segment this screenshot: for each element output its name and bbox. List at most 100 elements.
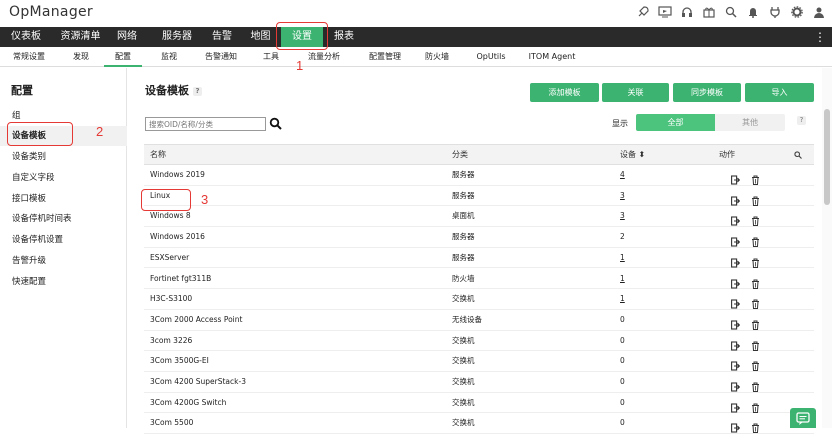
subnav-general[interactable]: 常规设置 bbox=[6, 47, 52, 67]
template-name[interactable]: Fortinet fgt311B bbox=[150, 269, 211, 289]
subnav-config-management[interactable]: 配置管理 bbox=[362, 47, 408, 67]
table-row[interactable]: Linux 服务器 3 bbox=[144, 186, 814, 207]
trash-icon[interactable] bbox=[751, 191, 760, 206]
device-count[interactable]: 1 bbox=[620, 248, 625, 268]
export-icon[interactable] bbox=[731, 191, 741, 206]
trash-icon[interactable] bbox=[751, 377, 760, 392]
table-row[interactable]: Windows 2019 服务器 4 bbox=[144, 165, 814, 186]
subnav-oputils[interactable]: OpUtils bbox=[471, 47, 511, 67]
import-button[interactable]: 导入 bbox=[745, 83, 814, 102]
device-count[interactable]: 3 bbox=[620, 186, 625, 206]
nav-dashboard[interactable]: 仪表板 bbox=[0, 27, 52, 47]
template-name[interactable]: 3com 3226 bbox=[150, 331, 192, 351]
trash-icon[interactable] bbox=[751, 253, 760, 268]
trash-icon[interactable] bbox=[751, 418, 760, 434]
bell-icon[interactable] bbox=[745, 4, 760, 20]
table-row[interactable]: Fortinet fgt311B 防火墙 1 bbox=[144, 269, 814, 290]
column-devices[interactable]: 设备 ⬍ bbox=[620, 145, 645, 165]
template-name[interactable]: Windows 2019 bbox=[150, 165, 205, 185]
filter-help-icon[interactable]: ? bbox=[797, 116, 806, 125]
table-row[interactable]: Windows 2016 服务器 2 bbox=[144, 227, 814, 248]
subnav-flow-analysis[interactable]: 流量分析 bbox=[302, 47, 346, 67]
template-name[interactable]: 3Com 4200 SuperStack-3 bbox=[150, 372, 246, 392]
user-icon[interactable] bbox=[811, 4, 826, 20]
sidebar-item-interface-templates[interactable]: 接口模板 bbox=[0, 189, 127, 209]
subnav-configuration[interactable]: 配置 bbox=[104, 47, 142, 67]
scrollbar-thumb[interactable] bbox=[824, 109, 830, 205]
nav-maps[interactable]: 地图 bbox=[244, 27, 277, 47]
search-icon[interactable] bbox=[269, 116, 283, 130]
sidebar-item-quick-config[interactable]: 快速配置 bbox=[0, 272, 127, 292]
device-count[interactable]: 4 bbox=[620, 165, 625, 185]
trash-icon[interactable] bbox=[751, 315, 760, 330]
scrollbar[interactable] bbox=[822, 68, 832, 428]
trash-icon[interactable] bbox=[751, 211, 760, 227]
nav-servers[interactable]: 服务器 bbox=[152, 27, 202, 47]
table-row[interactable]: Windows 8 桌面机 3 bbox=[144, 206, 814, 228]
table-row[interactable]: 3Com 4200 SuperStack-3 交换机 0 bbox=[144, 372, 814, 393]
nav-alarms[interactable]: 告警 bbox=[203, 27, 241, 47]
filter-other-toggle[interactable]: 其他 bbox=[715, 114, 785, 131]
trash-icon[interactable] bbox=[751, 232, 760, 248]
rocket-icon[interactable] bbox=[635, 4, 650, 20]
template-name[interactable]: 3Com 5500 bbox=[150, 413, 193, 433]
table-row[interactable]: H3C-S3100 交换机 1 bbox=[144, 289, 814, 310]
table-row[interactable]: 3Com 3500G-EI 交换机 0 bbox=[144, 351, 814, 372]
template-name[interactable]: 3Com 3500G-EI bbox=[150, 351, 209, 371]
sidebar-item-alarm-escalation[interactable]: 告警升级 bbox=[0, 251, 127, 271]
chat-button[interactable] bbox=[790, 408, 816, 428]
sync-template-button[interactable]: 同步模板 bbox=[673, 83, 741, 102]
trash-icon[interactable] bbox=[751, 170, 760, 185]
gear-icon[interactable] bbox=[789, 4, 804, 20]
template-name[interactable]: 3Com 4200G Switch bbox=[150, 393, 226, 413]
subnav-itom-agent[interactable]: ITOM Agent bbox=[524, 47, 580, 67]
trash-icon[interactable] bbox=[751, 356, 760, 372]
search-icon[interactable] bbox=[723, 4, 738, 20]
template-name[interactable]: 3Com 2000 Access Point bbox=[150, 310, 242, 330]
export-icon[interactable] bbox=[731, 356, 741, 371]
trash-icon[interactable] bbox=[751, 336, 760, 351]
subnav-discovery[interactable]: 发现 bbox=[66, 47, 96, 67]
sidebar-item-custom-fields[interactable]: 自定义字段 bbox=[0, 168, 127, 188]
sidebar-item-downtime-schedules[interactable]: 设备停机时间表 bbox=[0, 209, 127, 229]
table-row[interactable]: 3Com 4200G Switch 交换机 0 bbox=[144, 393, 814, 414]
table-row[interactable]: 3Com 5500 交换机 0 bbox=[144, 413, 814, 435]
template-name[interactable]: ESXServer bbox=[150, 248, 189, 268]
headset-icon[interactable] bbox=[679, 4, 694, 20]
device-count[interactable]: 1 bbox=[620, 289, 625, 309]
template-name[interactable]: Windows 2016 bbox=[150, 227, 205, 247]
export-icon[interactable] bbox=[731, 232, 741, 247]
export-icon[interactable] bbox=[731, 253, 741, 268]
subnav-monitoring[interactable]: 监视 bbox=[154, 47, 184, 67]
trash-icon[interactable] bbox=[751, 294, 760, 310]
subnav-firewall[interactable]: 防火墙 bbox=[420, 47, 454, 67]
export-icon[interactable] bbox=[731, 418, 741, 433]
nav-inventory[interactable]: 资源清单 bbox=[53, 27, 108, 47]
column-category[interactable]: 分类 bbox=[452, 145, 468, 165]
table-row[interactable]: 3Com 2000 Access Point 无线设备 0 bbox=[144, 310, 814, 331]
subnav-tools[interactable]: 工具 bbox=[258, 47, 284, 67]
search-input[interactable] bbox=[145, 117, 266, 131]
device-count[interactable]: 3 bbox=[620, 206, 625, 226]
associate-button[interactable]: 关联 bbox=[602, 83, 669, 102]
nav-network[interactable]: 网络 bbox=[108, 27, 146, 47]
template-name[interactable]: H3C-S3100 bbox=[150, 289, 192, 309]
export-icon[interactable] bbox=[731, 315, 741, 330]
filter-all-toggle[interactable]: 全部 bbox=[636, 114, 715, 131]
gift-icon[interactable] bbox=[701, 4, 716, 20]
subnav-notifications[interactable]: 告警通知 bbox=[198, 47, 244, 67]
export-icon[interactable] bbox=[731, 377, 741, 392]
device-count[interactable]: 1 bbox=[620, 269, 625, 289]
column-name[interactable]: 名称 bbox=[150, 145, 166, 165]
more-menu-icon[interactable]: ⋮ bbox=[814, 30, 826, 44]
export-icon[interactable] bbox=[731, 211, 741, 226]
tv-icon[interactable] bbox=[657, 4, 672, 20]
trash-icon[interactable] bbox=[751, 274, 760, 289]
export-icon[interactable] bbox=[731, 294, 741, 309]
plug-icon[interactable] bbox=[767, 4, 782, 20]
trash-icon[interactable] bbox=[751, 398, 760, 413]
column-search-icon[interactable] bbox=[794, 151, 802, 161]
sidebar-item-downtime-settings[interactable]: 设备停机设置 bbox=[0, 230, 127, 250]
export-icon[interactable] bbox=[731, 336, 741, 351]
help-icon[interactable]: ? bbox=[193, 86, 202, 96]
